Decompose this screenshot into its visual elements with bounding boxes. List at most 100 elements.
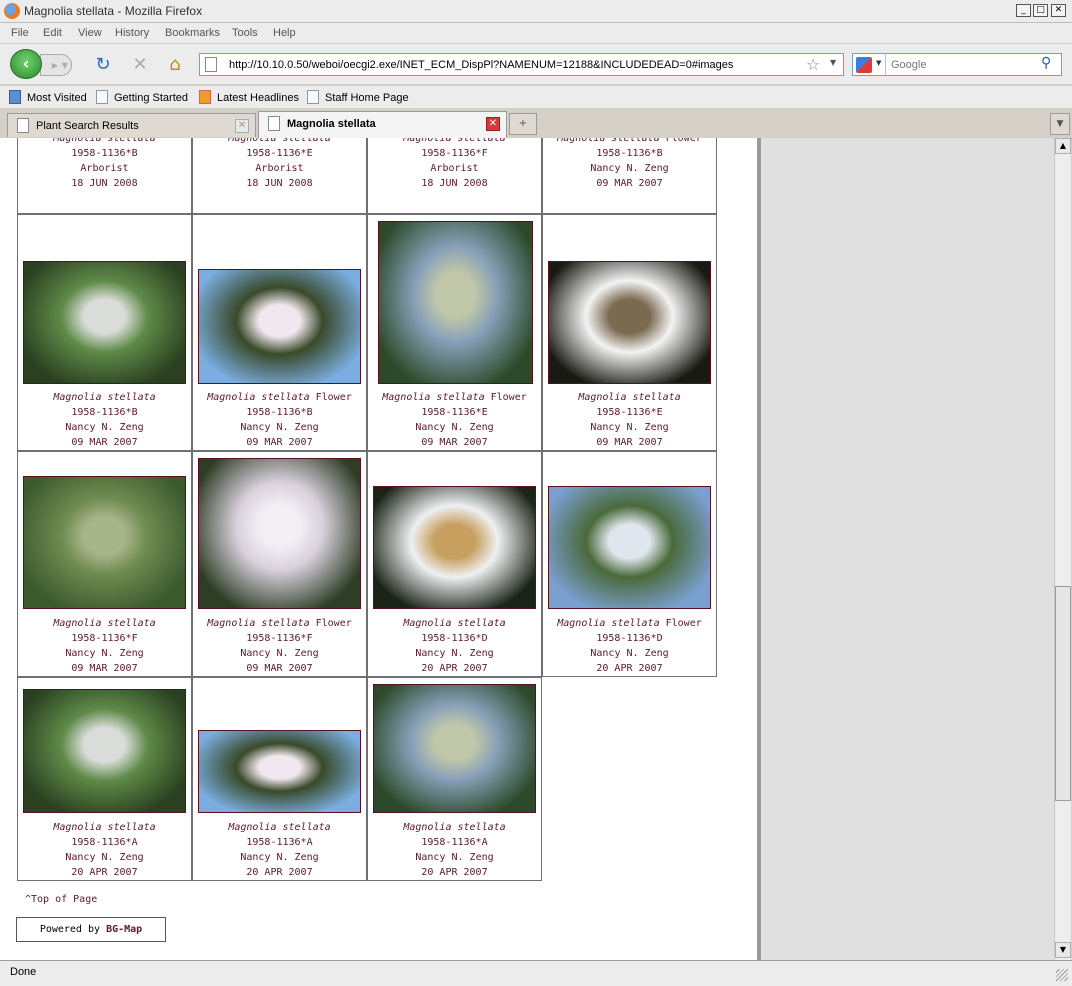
photo-date: 20 APR 2007 (421, 663, 488, 674)
species-name: Magnolia stellata (578, 392, 681, 403)
new-tab-button[interactable]: + (509, 113, 537, 135)
url-text[interactable]: http://10.10.0.50/weboi/oecgi2.exe/INET_… (229, 59, 733, 71)
species-name: Magnolia stellata (53, 618, 156, 629)
menu-view[interactable]: View (78, 27, 102, 39)
menu-edit[interactable]: Edit (43, 27, 62, 39)
menu-tools[interactable]: Tools (232, 27, 258, 39)
bookmark-most-visited[interactable]: Most Visited (9, 90, 87, 104)
magnolia-photo[interactable] (198, 458, 361, 609)
plant-part: Flower (665, 618, 702, 629)
caption-title: Magnolia stellata (18, 616, 191, 631)
gallery-cell: Magnolia stellata Flower 1958-1136*B Nancy… (542, 138, 717, 214)
magnolia-photo[interactable] (373, 486, 536, 609)
photographer: Nancy N. Zeng (65, 648, 144, 659)
photo-caption: Magnolia stellata Flower 1958-1136*B Nancy… (193, 390, 366, 450)
photo-caption: Magnolia stellata 1958-1136*A Nancy N. Ze… (368, 820, 541, 880)
scroll-down-icon[interactable]: ▼ (1055, 942, 1071, 958)
caption-title: Magnolia stellata Flower (193, 616, 366, 631)
bookmark-label: Staff Home Page (325, 92, 409, 104)
gallery-cell: Magnolia stellata 1958-1136*B Nancy N. Ze… (17, 214, 192, 451)
search-separator (885, 54, 886, 75)
menu-bookmarks[interactable]: Bookmarks (165, 27, 220, 39)
search-input[interactable] (889, 56, 1043, 74)
bookmark-staff-home-page[interactable]: Staff Home Page (307, 90, 409, 104)
species-name: Magnolia stellata (207, 392, 310, 403)
close-tab-icon[interactable]: ✕ (235, 119, 249, 133)
caption-title: Magnolia stellata (193, 138, 366, 146)
powered-brand: BG-Map (106, 924, 143, 935)
vertical-scrollbar[interactable]: ▲ ▼ (1054, 138, 1071, 960)
menu-history[interactable]: History (115, 27, 149, 39)
menu-file[interactable]: File (11, 27, 29, 39)
page-icon (205, 57, 217, 72)
stop-icon[interactable]: ✕ (129, 54, 151, 76)
species-name: Magnolia stellata (557, 618, 660, 629)
photo-date: 09 MAR 2007 (421, 437, 488, 448)
photographer: Nancy N. Zeng (240, 422, 319, 433)
resize-grip-icon[interactable] (1056, 969, 1068, 981)
maximize-button[interactable]: □ (1033, 4, 1048, 17)
bookmark-latest-headlines[interactable]: Latest Headlines (199, 90, 299, 104)
tab-plant-search-results[interactable]: Plant Search Results ✕ (7, 113, 256, 137)
gallery-cell: Magnolia stellata Flower 1958-1136*D Nancy… (542, 451, 717, 677)
scroll-up-icon[interactable]: ▲ (1055, 138, 1071, 154)
tab-list-button[interactable]: ▼ (1050, 113, 1070, 135)
engine-dropdown-icon[interactable]: ▼ (876, 59, 881, 67)
photographer: Nancy N. Zeng (415, 648, 494, 659)
magnolia-photo[interactable] (23, 261, 186, 384)
photo-caption: Magnolia stellata Flower 1958-1136*F Nancy… (193, 616, 366, 676)
photographer: Nancy N. Zeng (240, 648, 319, 659)
magnolia-photo[interactable] (198, 730, 361, 813)
magnolia-photo[interactable] (23, 476, 186, 609)
caption-title: Magnolia stellata (368, 820, 541, 835)
accession-number: 1958-1136*A (421, 837, 488, 848)
menu-help[interactable]: Help (273, 27, 296, 39)
photo-date: 09 MAR 2007 (246, 437, 313, 448)
close-window-button[interactable]: ✕ (1051, 4, 1066, 17)
gallery-cell: Magnolia stellata 1958-1136*A Nancy N. Ze… (192, 677, 367, 881)
magnolia-photo[interactable] (198, 269, 361, 384)
plant-part: Flower (315, 392, 352, 403)
close-tab-icon[interactable]: ✕ (486, 117, 500, 131)
photo-date: 09 MAR 2007 (246, 663, 313, 674)
powered-by-badge[interactable]: Powered by BG-Map (16, 917, 166, 942)
reload-icon[interactable]: ↻ (92, 54, 114, 76)
species-name: Magnolia stellata (382, 392, 485, 403)
accession-number: 1958-1136*B (71, 148, 138, 159)
caption-title: Magnolia stellata Flower (368, 390, 541, 405)
species-name: Magnolia stellata (403, 138, 506, 144)
species-name: Magnolia stellata (228, 138, 331, 144)
magnolia-photo[interactable] (378, 221, 533, 384)
tab-magnolia-stellata[interactable]: Magnolia stellata ✕ (258, 111, 507, 138)
scroll-thumb[interactable] (1055, 586, 1071, 801)
url-bar[interactable]: http://10.10.0.50/weboi/oecgi2.exe/INET_… (199, 53, 844, 76)
page-icon (268, 116, 280, 131)
magnolia-photo[interactable] (23, 689, 186, 813)
back-button[interactable]: ‹ (10, 49, 42, 79)
accession-number: 1958-1136*B (596, 148, 663, 159)
species-name: Magnolia stellata (53, 138, 156, 144)
minimize-button[interactable]: _ (1016, 4, 1031, 17)
forward-button[interactable]: ▸ ▾ (40, 54, 72, 76)
bookmark-star-icon[interactable]: ☆ (806, 55, 820, 74)
frame-divider[interactable] (757, 138, 761, 960)
magnolia-photo[interactable] (548, 486, 711, 609)
species-name: Magnolia stellata (53, 822, 156, 833)
accession-number: 1958-1136*A (246, 837, 313, 848)
top-of-page-link[interactable]: ^Top of Page (25, 894, 97, 905)
search-bar[interactable]: ▼ ⚲ (852, 53, 1062, 76)
photo-caption: Magnolia stellata 1958-1136*F Arborist 18 … (368, 138, 541, 191)
google-engine-icon[interactable] (856, 57, 872, 73)
magnolia-photo[interactable] (548, 261, 711, 384)
photographer: Nancy N. Zeng (415, 852, 494, 863)
menu-bar: File Edit View History Bookmarks Tools H… (0, 23, 1072, 43)
gallery-cell: Magnolia stellata 1958-1136*A Nancy N. Ze… (367, 677, 542, 881)
bookmark-getting-started[interactable]: Getting Started (96, 90, 188, 104)
url-dropdown-icon[interactable]: ▼ (830, 58, 836, 67)
search-icon[interactable]: ⚲ (1041, 55, 1051, 71)
caption-title: Magnolia stellata (368, 616, 541, 631)
magnolia-photo[interactable] (373, 684, 536, 813)
photo-date: 18 JUN 2008 (71, 178, 138, 189)
home-icon[interactable]: ⌂ (164, 54, 186, 76)
photo-caption: Magnolia stellata 1958-1136*B Arborist 18 … (18, 138, 191, 191)
